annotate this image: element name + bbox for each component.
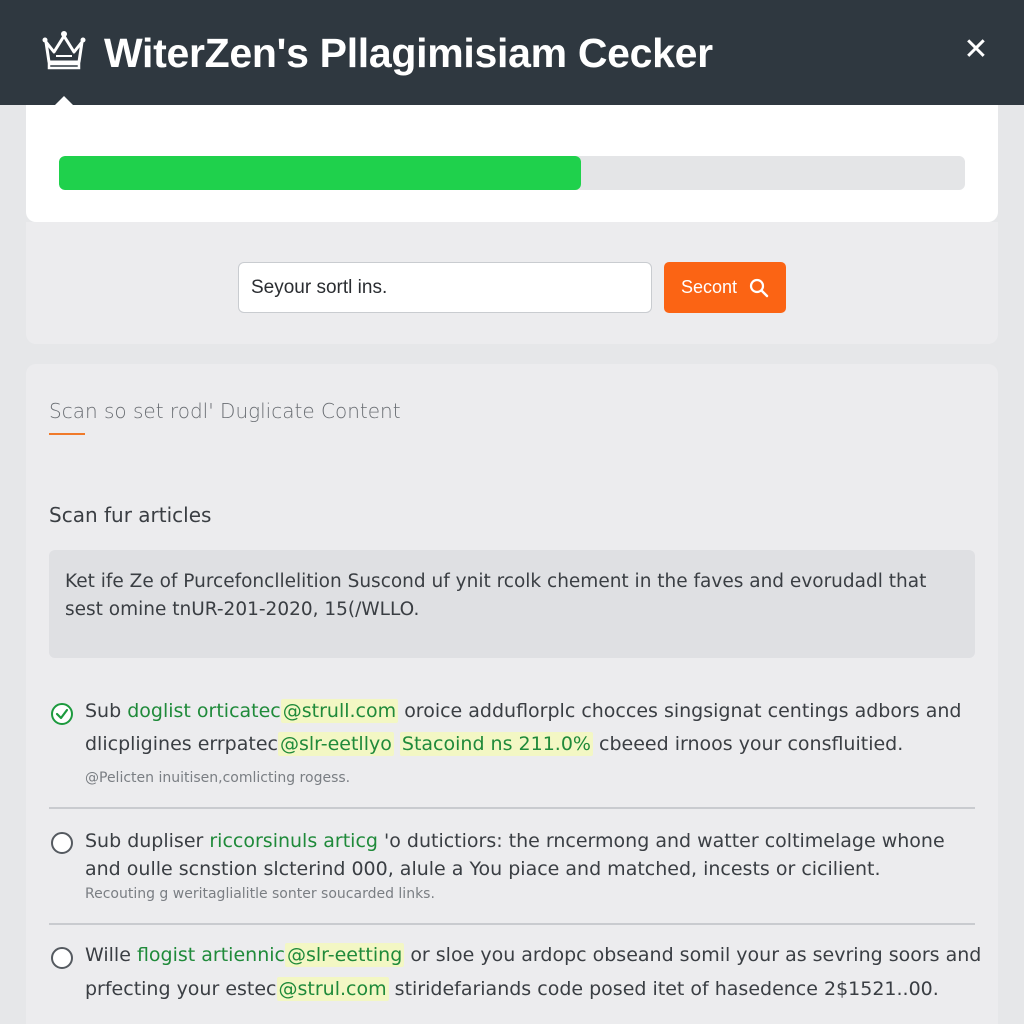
result-source-link[interactable]: @slr-eetting [284,943,405,967]
scan-label: Scan fur articles [49,503,212,527]
result-text: cbeeed irnoos your consfluitied. [599,733,904,755]
section-underline [49,433,85,435]
result-source-link[interactable]: @strul.com [276,977,389,1001]
result-match-text: riccorsinuls articg [209,830,378,852]
result-line: dlicpligines errpatec @slr-eetllyo Stacoi… [85,732,904,756]
close-icon[interactable]: ✕ [962,35,990,65]
check-icon [55,708,69,720]
excerpt-box[interactable]: Ket ife Ze of Purcefoncllelition Suscond… [49,550,975,658]
result-line: Wille flogist artiennic @slr-eetting or s… [85,943,982,967]
result-text: oroice adduflorplc chocces singsignat ce… [404,700,962,722]
result-source-link[interactable]: @slr-eetllyo [277,732,394,756]
result-line: Sub dupliser riccorsinuls articg 'o duti… [85,830,945,852]
result-line: and oulle scnstion slcterind 000, alule … [85,858,881,880]
result-text: 'o dutictiors: the rncermong and watter … [384,830,945,852]
result-item[interactable]: Sub dupliser riccorsinuls articg 'o duti… [49,830,975,930]
result-match-percent: Stacoind ns 211.0% [399,732,593,756]
divider [49,807,975,809]
result-text: prfecting your estec [85,978,277,1000]
result-radio-checked[interactable] [51,703,73,725]
result-match-text: flogist artiennic [136,944,285,966]
result-radio[interactable] [51,832,73,854]
title-bar: WiterZen's Pllagimisiam Cecker ✕ [0,0,1024,105]
search-input[interactable]: Seyour sortl ins. [238,262,652,313]
result-source-link[interactable]: @strull.com [280,699,399,723]
result-text: Sub dupliser [85,830,204,852]
excerpt-line-1: Ket ife Ze of Purcefoncllelition Suscond… [65,571,927,592]
scan-progress-bar [59,156,965,190]
section-title: Scan so set rodl' Duglicate Content [49,399,401,423]
results-card: Scan so set rodl' Duglicate Content Scan… [26,364,998,1024]
excerpt-line-2: sest omine tnUR-201-2020, 15(/WLLO. [65,599,420,620]
result-text: dlicpligines errpatec [85,733,278,755]
result-text: Wille [85,944,131,966]
result-note: @Pelicten inuitisen,comlicting rogess. [85,770,351,786]
result-radio[interactable] [51,947,73,969]
result-text: Sub [85,700,122,722]
result-item[interactable]: Wille flogist artiennic @slr-eetting or s… [49,943,981,1024]
search-button-label: Secont [680,277,738,297]
crown-icon [42,31,86,70]
search-button[interactable]: Secont [664,262,786,313]
result-match-text: doglist orticatec [127,700,281,722]
scan-progress-fill [59,156,581,190]
app-title: WiterZen's Pllagimisiam Cecker [104,30,713,76]
result-text: or sloe you ardopc obseand somil your as… [410,944,982,966]
search-icon [749,278,769,297]
result-line: Sub doglist orticatec @strull.com oroice … [85,699,962,723]
progress-card [26,105,998,222]
result-note: Recouting g weritaglialitle sonter souca… [85,886,435,902]
search-card: Seyour sortl ins. Secont [26,222,998,344]
divider [49,923,975,925]
result-item[interactable]: Sub doglist orticatec @strull.com oroice … [49,699,975,800]
result-text: stiridefariands code posed itet of hased… [394,978,939,1000]
result-line: prfecting your estec @strul.com stiridefa… [85,977,939,1001]
